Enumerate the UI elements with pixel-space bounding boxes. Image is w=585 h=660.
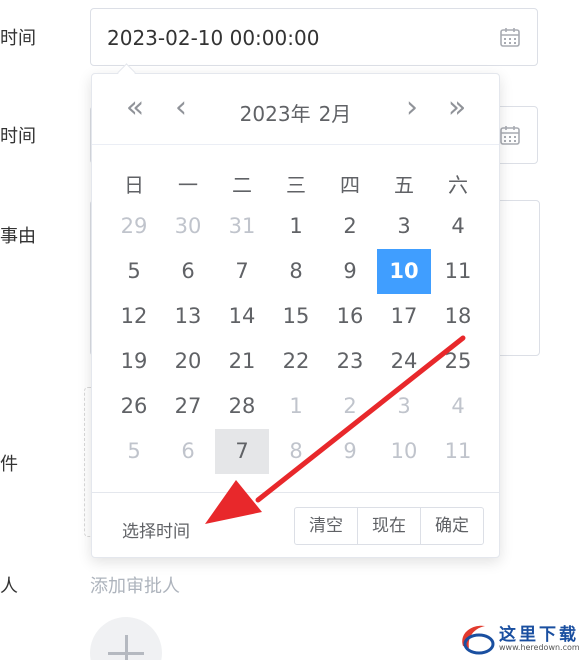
day-cell[interactable]: 8 [269, 249, 323, 294]
plus-icon-vertical [125, 635, 128, 660]
day-cell[interactable]: 17 [377, 294, 431, 339]
approver-label: 审批人 [0, 576, 18, 597]
day-cell[interactable]: 19 [107, 339, 161, 384]
clear-button[interactable]: 清空 [294, 507, 358, 545]
day-cell[interactable]: 26 [107, 384, 161, 429]
weekday-label: 日 [124, 173, 144, 197]
day-cell-today[interactable]: 7 [215, 429, 269, 474]
watermark-logo-icon [462, 625, 495, 655]
next-year-button[interactable]: » [442, 93, 472, 124]
day-cell[interactable]: 21 [215, 339, 269, 384]
day-cell[interactable]: 4 [431, 204, 485, 249]
watermark: 这里下载 www.heredown.com [455, 618, 583, 658]
day-cell[interactable]: 29 [107, 204, 161, 249]
screen: 开始时间 结束时间 请假事由 附件 审批人 2023-02-10 00:00:0… [0, 0, 585, 660]
reason-label: 请假事由 [0, 226, 36, 247]
day-cell[interactable]: 28 [215, 384, 269, 429]
day-cell[interactable]: 2 [323, 384, 377, 429]
day-cell[interactable]: 30 [161, 204, 215, 249]
confirm-button[interactable]: 确定 [420, 507, 484, 545]
day-cell[interactable]: 2 [323, 204, 377, 249]
day-cell[interactable]: 20 [161, 339, 215, 384]
day-cell[interactable]: 15 [269, 294, 323, 339]
calendar-icon[interactable] [499, 124, 521, 146]
day-cell[interactable]: 23 [323, 339, 377, 384]
weekday-label: 二 [232, 173, 252, 197]
day-cell[interactable]: 4 [431, 384, 485, 429]
day-cell[interactable]: 13 [161, 294, 215, 339]
day-cell[interactable]: 7 [215, 249, 269, 294]
day-cell[interactable]: 11 [431, 429, 485, 474]
day-cell[interactable]: 24 [377, 339, 431, 384]
weekday-label: 三 [286, 173, 306, 197]
day-cell[interactable]: 9 [323, 429, 377, 474]
day-cell[interactable]: 25 [431, 339, 485, 384]
start-time-label: 开始时间 [0, 28, 36, 49]
weekday-label: 四 [340, 173, 360, 197]
day-cell[interactable]: 11 [431, 249, 485, 294]
start-time-value: 2023-02-10 00:00:00 [107, 26, 320, 50]
start-time-field[interactable]: 2023-02-10 00:00:00 [90, 8, 538, 66]
prev-month-button[interactable]: ‹ [166, 93, 196, 124]
day-cell[interactable]: 12 [107, 294, 161, 339]
day-cell[interactable]: 1 [269, 384, 323, 429]
select-time-link[interactable]: 选择时间 [122, 517, 190, 542]
prev-year-button[interactable]: « [120, 93, 150, 124]
weekday-label: 一 [178, 173, 198, 197]
weekday-header: 日一二三四五六 [107, 169, 485, 198]
add-approver-link[interactable]: 添加审批人 [90, 572, 180, 598]
day-cell[interactable]: 3 [377, 204, 431, 249]
year-label[interactable]: 2023年 [240, 102, 311, 126]
picker-footer: 选择时间 清空 现在 确定 [92, 492, 499, 559]
add-approver-button[interactable] [90, 617, 162, 660]
end-time-label: 结束时间 [0, 126, 36, 147]
day-cell[interactable]: 27 [161, 384, 215, 429]
watermark-text: 这里下载 [499, 625, 579, 645]
day-cell[interactable]: 1 [269, 204, 323, 249]
day-cell[interactable]: 14 [215, 294, 269, 339]
now-button[interactable]: 现在 [357, 507, 421, 545]
day-cell[interactable]: 6 [161, 249, 215, 294]
day-cell[interactable]: 5 [107, 429, 161, 474]
day-cell[interactable]: 5 [107, 249, 161, 294]
day-cell[interactable]: 3 [377, 384, 431, 429]
day-cell[interactable]: 22 [269, 339, 323, 384]
next-month-button[interactable]: › [397, 93, 427, 124]
footer-button-group: 清空 现在 确定 [294, 507, 484, 545]
day-cell[interactable]: 8 [269, 429, 323, 474]
month-label[interactable]: 2月 [319, 102, 352, 126]
day-cell[interactable]: 9 [323, 249, 377, 294]
picker-title: 2023年 2月 [92, 98, 499, 127]
day-cell[interactable]: 10 [377, 429, 431, 474]
day-cell[interactable]: 18 [431, 294, 485, 339]
picker-header: « ‹ 2023年 2月 › » [92, 74, 499, 145]
weekday-label: 六 [448, 173, 468, 197]
watermark-url: www.heredown.com [499, 643, 580, 652]
weekday-label: 五 [394, 173, 414, 197]
date-picker-popover: « ‹ 2023年 2月 › » 日一二三四五六 29 30 31 1 2 3 4 5 6 7 8 9 1… [91, 73, 500, 558]
calendar-icon[interactable] [499, 26, 521, 48]
day-cell[interactable]: 16 [323, 294, 377, 339]
day-cell[interactable]: 6 [161, 429, 215, 474]
day-cell-selected[interactable]: 10 [377, 249, 431, 294]
day-cell[interactable]: 31 [215, 204, 269, 249]
attachment-label: 附件 [0, 454, 18, 475]
